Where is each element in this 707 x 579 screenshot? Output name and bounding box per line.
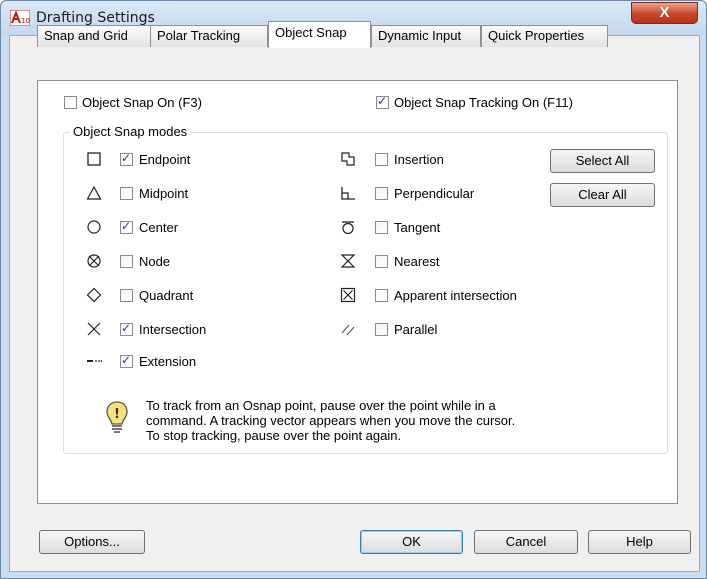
options-label: Options... xyxy=(64,534,120,549)
nearest-icon xyxy=(340,254,356,268)
note-line-1: To track from an Osnap point, pause over… xyxy=(146,398,496,413)
svg-text:!: ! xyxy=(114,407,120,422)
object-snap-modes-legend: Object Snap modes xyxy=(70,124,191,139)
note-line-3: To stop tracking, pause over the point a… xyxy=(146,428,402,443)
tracking-help-note: To track from an Osnap point, pause over… xyxy=(146,398,515,443)
intersection-checkbox[interactable] xyxy=(120,321,133,336)
center-label: Center xyxy=(139,220,179,235)
parallel-icon xyxy=(341,324,355,336)
tab-quick-properties[interactable]: Quick Properties xyxy=(481,25,608,47)
perpendicular-label: Perpendicular xyxy=(394,186,475,201)
midpoint-label: Midpoint xyxy=(139,186,189,201)
midpoint-icon xyxy=(86,185,102,200)
tab-dynamic-input[interactable]: Dynamic Input xyxy=(371,25,481,47)
object-snap-on-label: Object Snap On (F3) xyxy=(82,95,202,110)
apparent-intersection-label: Apparent intersection xyxy=(394,288,517,303)
endpoint-icon xyxy=(87,152,101,166)
tab-snap-and-grid[interactable]: Snap and Grid xyxy=(37,25,151,47)
object-snap-tracking-on-checkbox[interactable] xyxy=(376,94,389,109)
autocad-app-icon: 10 xyxy=(10,10,30,26)
quadrant-icon xyxy=(86,287,102,303)
cancel-label: Cancel xyxy=(505,534,547,549)
extension-label: Extension xyxy=(139,354,197,369)
note-line-2: command. A tracking vector appears when … xyxy=(146,413,516,428)
insertion-icon xyxy=(341,152,355,166)
apparent-intersection-icon xyxy=(340,287,356,303)
extension-checkbox[interactable] xyxy=(120,353,133,368)
tab-label: Snap and Grid xyxy=(44,28,128,43)
extension-icon xyxy=(87,360,102,362)
tab-label: Object Snap xyxy=(275,25,347,40)
tangent-checkbox[interactable] xyxy=(375,221,388,234)
quadrant-label: Quadrant xyxy=(139,288,194,303)
window-title: Drafting Settings xyxy=(36,10,155,26)
tangent-label: Tangent xyxy=(394,220,441,235)
options-button[interactable]: Options... xyxy=(39,530,145,554)
perpendicular-checkbox[interactable] xyxy=(375,187,388,200)
insertion-checkbox[interactable] xyxy=(375,153,388,166)
quadrant-checkbox[interactable] xyxy=(120,289,133,302)
node-icon xyxy=(87,254,101,268)
tab-label: Quick Properties xyxy=(488,28,585,43)
perpendicular-icon xyxy=(341,187,355,200)
parallel-label: Parallel xyxy=(394,322,438,337)
intersection-label: Intersection xyxy=(139,322,207,337)
tab-polar-tracking[interactable]: Polar Tracking xyxy=(150,25,268,47)
object-snap-on-checkbox[interactable] xyxy=(64,96,77,109)
nearest-label: Nearest xyxy=(394,254,440,269)
endpoint-label: Endpoint xyxy=(139,152,191,167)
svg-text:10: 10 xyxy=(21,17,30,25)
tab-label: Dynamic Input xyxy=(378,28,462,43)
tab-object-snap[interactable]: Object Snap xyxy=(268,21,371,48)
help-label: Help xyxy=(626,534,653,549)
select-all-button[interactable]: Select All xyxy=(550,149,655,173)
apparent-intersection-checkbox[interactable] xyxy=(375,289,388,302)
lightbulb-icon: ! xyxy=(106,401,128,433)
clear-all-label: Clear All xyxy=(578,187,627,202)
tangent-icon xyxy=(342,221,354,235)
intersection-icon xyxy=(87,322,101,336)
parallel-checkbox[interactable] xyxy=(375,323,388,336)
node-checkbox[interactable] xyxy=(120,255,133,268)
ok-label: OK xyxy=(402,534,421,549)
node-label: Node xyxy=(139,254,171,269)
center-checkbox[interactable] xyxy=(120,219,133,234)
cancel-button[interactable]: Cancel xyxy=(474,530,578,554)
insertion-label: Insertion xyxy=(394,152,444,167)
endpoint-checkbox[interactable] xyxy=(120,151,133,166)
nearest-checkbox[interactable] xyxy=(375,255,388,268)
select-all-label: Select All xyxy=(575,153,630,168)
ok-button[interactable]: OK xyxy=(360,530,463,554)
object-snap-tracking-on-label: Object Snap Tracking On (F11) xyxy=(394,95,573,110)
midpoint-checkbox[interactable] xyxy=(120,187,133,200)
tab-label: Polar Tracking xyxy=(157,28,241,43)
center-icon xyxy=(87,220,101,234)
close-button[interactable]: X xyxy=(631,2,698,24)
help-button[interactable]: Help xyxy=(588,530,691,554)
close-icon: X xyxy=(659,4,670,21)
clear-all-button[interactable]: Clear All xyxy=(550,183,655,207)
